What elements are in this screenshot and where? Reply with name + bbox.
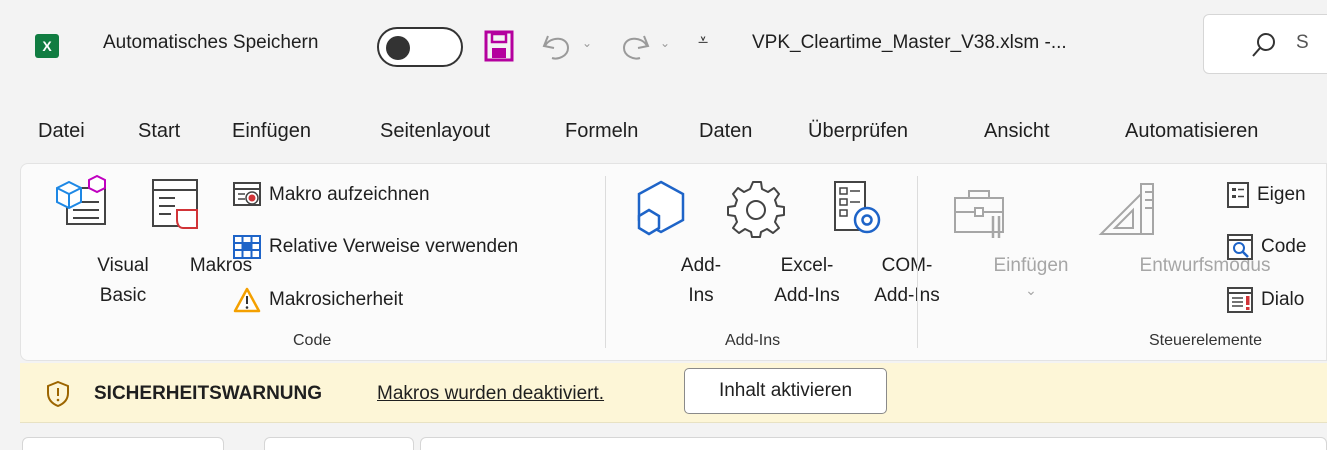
visual-basic-button[interactable]: Visual Basic (43, 172, 149, 322)
tab-datei[interactable]: Datei (38, 120, 85, 143)
design-mode-button[interactable]: Entwurfsmodus (1045, 172, 1270, 322)
autosave-label: Automatisches Speichern (103, 32, 319, 53)
group-label-addins: Add-Ins (725, 332, 781, 349)
design-mode-icon (1098, 183, 1154, 235)
undo-dropdown-icon[interactable]: ⌄ (582, 36, 592, 50)
ribbon-tabs: Datei Start Einfügen Seitenlayout Formel… (0, 120, 1327, 160)
relative-references-button[interactable]: Relative Verweise verwenden (233, 232, 518, 262)
name-box[interactable] (22, 437, 224, 450)
relative-references-label: Relative Verweise verwenden (269, 236, 519, 257)
group-label-controls: Steuerelemente (1149, 332, 1262, 349)
record-macro-icon (233, 182, 261, 206)
ribbon-panel: Visual Basic Makros Makro aufzeichnen Re… (20, 163, 1327, 361)
properties-label: Eigen (1257, 184, 1306, 205)
autosave-toggle[interactable] (377, 27, 463, 67)
group-separator (605, 176, 606, 348)
run-dialog-button[interactable]: Dialo (1227, 285, 1304, 315)
relative-references-icon (233, 235, 261, 259)
shield-icon (47, 381, 69, 407)
macro-security-label: Makrosicherheit (269, 289, 404, 310)
enable-content-button[interactable]: Inhalt aktivieren (684, 368, 887, 414)
tab-ueberpruefen[interactable]: Überprüfen (808, 120, 908, 143)
group-label-code: Code (293, 332, 332, 349)
redo-dropdown-icon[interactable]: ⌄ (660, 36, 670, 50)
save-icon[interactable] (484, 30, 514, 62)
tab-formeln[interactable]: Formeln (565, 120, 638, 143)
insert-control-button[interactable]: Einfügen ⌄ (931, 172, 1069, 322)
macros-disabled-link[interactable]: Makros wurden deaktiviert. (377, 383, 604, 405)
record-macro-button[interactable]: Makro aufzeichnen (233, 180, 430, 210)
tab-ansicht[interactable]: Ansicht (984, 120, 1050, 143)
security-warning-title: SICHERHEITSWARNUNG (94, 383, 323, 404)
macros-icon (152, 179, 198, 229)
formula-controls (264, 437, 414, 450)
addins-icon (637, 180, 685, 236)
search-box[interactable]: S (1203, 14, 1327, 74)
toolbox-icon (954, 190, 1004, 238)
view-code-label: Code (1261, 236, 1307, 257)
gear-icon (727, 181, 785, 238)
warning-triangle-icon (233, 287, 261, 313)
redo-icon[interactable] (618, 30, 652, 62)
properties-icon (1227, 182, 1249, 208)
tab-einfuegen[interactable]: Einfügen (232, 120, 311, 143)
tab-start[interactable]: Start (138, 120, 180, 143)
view-code-icon (1227, 234, 1253, 260)
visual-basic-icon (56, 174, 106, 225)
security-warning-bar: SICHERHEITSWARNUNG Makros wurden deaktiv… (20, 363, 1327, 423)
tab-automatisieren[interactable]: Automatisieren (1125, 120, 1258, 143)
run-dialog-label: Dialo (1261, 289, 1305, 310)
makros-button[interactable]: Makros (133, 172, 252, 322)
view-code-button[interactable]: Code (1227, 232, 1306, 262)
search-icon (1252, 33, 1275, 57)
document-title: VPK_Cleartime_Master_V38.xlsm -... (752, 32, 1067, 53)
properties-button[interactable]: Eigen (1227, 180, 1306, 210)
com-addins-icon (834, 181, 881, 234)
excel-addins-button[interactable]: Excel- Add-Ins (707, 172, 840, 322)
com-addins-button[interactable]: COM- Add-Ins (807, 172, 940, 322)
autosave-toggle-knob (386, 36, 410, 60)
excel-app-icon: X (35, 34, 63, 58)
undo-icon[interactable] (540, 30, 574, 62)
record-macro-label: Makro aufzeichnen (269, 184, 430, 205)
tab-seitenlayout[interactable]: Seitenlayout (380, 120, 490, 143)
group-separator (917, 176, 918, 348)
macro-security-button[interactable]: Makrosicherheit (233, 285, 403, 315)
formula-bar[interactable] (420, 437, 1327, 450)
addins-button[interactable]: Add- Ins (621, 172, 721, 322)
search-text: S (1296, 32, 1309, 53)
title-bar: X Automatisches Speichern ⌄ ⌄ ⩡ VPK_Clea… (0, 0, 1327, 112)
customize-qat-icon[interactable]: ⩡ (698, 30, 708, 51)
run-dialog-icon (1227, 287, 1253, 313)
tab-daten[interactable]: Daten (699, 120, 752, 143)
